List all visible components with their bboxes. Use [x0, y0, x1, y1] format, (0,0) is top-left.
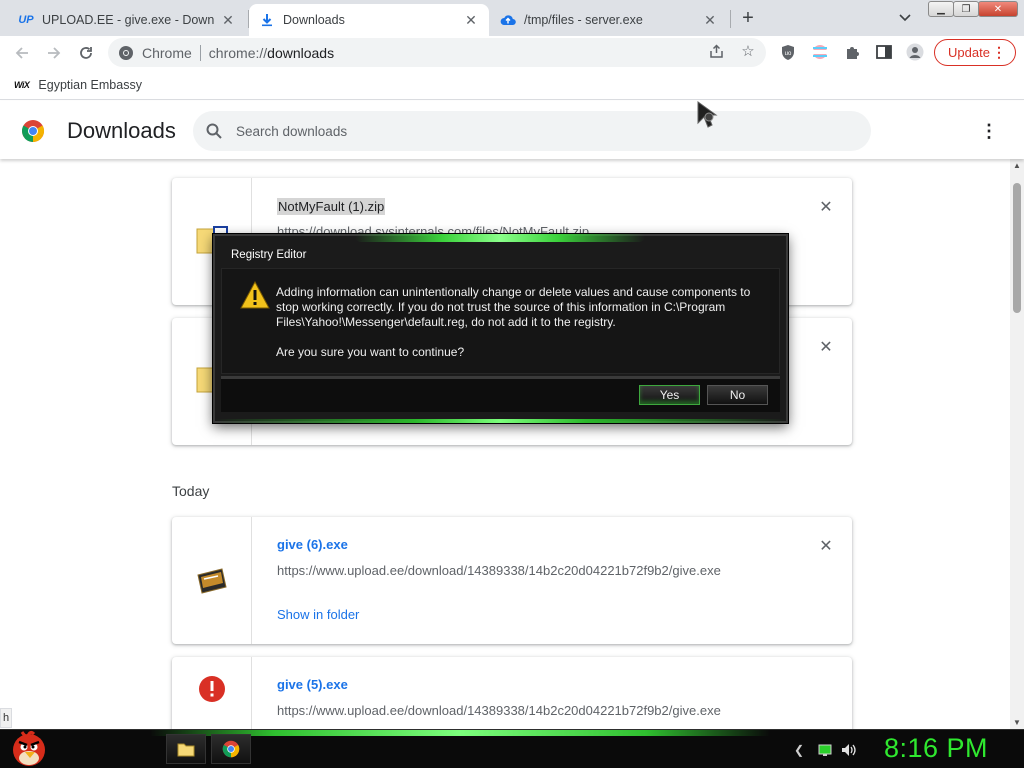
dialog-question: Are you sure you want to continue? — [276, 345, 465, 359]
svg-text:uo: uo — [785, 51, 792, 57]
download-file-name[interactable]: give (5).exe — [277, 677, 348, 692]
back-arrow-icon[interactable] — [10, 41, 34, 65]
tab-search-chevron-icon[interactable] — [895, 8, 915, 28]
status-bubble: h — [0, 708, 12, 728]
tray-monitor-icon[interactable] — [817, 742, 833, 758]
tab-title: Downloads — [283, 13, 345, 27]
download-favicon-icon — [259, 12, 275, 28]
taskbar-chrome[interactable] — [211, 734, 251, 764]
close-window-icon[interactable]: ✕ — [978, 1, 1018, 17]
close-tab-icon[interactable]: ✕ — [463, 12, 479, 28]
update-label: Update — [948, 45, 990, 60]
downloads-header: Downloads ⋮ — [0, 101, 1024, 159]
tray-volume-icon[interactable] — [841, 742, 857, 758]
download-source-url[interactable]: https://www.upload.ee/download/14389338/… — [277, 563, 721, 578]
download-source-url[interactable]: https://www.upload.ee/download/14389338/… — [277, 703, 721, 718]
bookmark-label: Egyptian Embassy — [38, 77, 142, 92]
tab-tmp-files[interactable]: /tmp/files - server.exe ✕ — [490, 4, 728, 36]
update-chrome-button[interactable]: Update ⋮ — [934, 39, 1016, 66]
dialog-body: Adding information can unintentionally c… — [221, 268, 780, 374]
cloud-upload-favicon-icon — [500, 12, 516, 28]
dialog-message: Adding information can unintentionally c… — [276, 285, 751, 329]
taskbar-clock[interactable]: 8:16 PM — [884, 733, 988, 764]
tab-downloads[interactable]: Downloads ✕ — [249, 4, 489, 36]
warning-icon — [240, 281, 270, 309]
wix-favicon-icon: WiX — [14, 79, 30, 90]
upload-ee-favicon-icon: UP — [18, 14, 34, 26]
more-actions-icon[interactable]: ⋮ — [979, 121, 999, 141]
remove-download-icon[interactable]: ✕ — [816, 337, 836, 357]
dialog-button-bar: Yes No — [221, 376, 780, 412]
new-tab-button[interactable]: + — [736, 6, 760, 30]
page-title: Downloads — [67, 118, 176, 143]
restore-window-icon[interactable]: ❐ — [953, 1, 979, 17]
taskbar-file-explorer[interactable] — [166, 734, 206, 764]
no-button[interactable]: No — [707, 385, 768, 405]
search-downloads-box[interactable] — [193, 111, 871, 151]
profile-avatar-icon[interactable] — [906, 43, 924, 61]
omnibox-divider — [199, 44, 201, 61]
remove-download-icon[interactable]: ✕ — [816, 197, 836, 217]
tray-network-icon[interactable]: ❮ — [791, 742, 807, 758]
more-vertical-icon: ⋮ — [992, 44, 1006, 60]
dialog-glow-decoration — [355, 234, 645, 242]
browser-toolbar: Chrome chrome://downloads ☆ uo Update ⋮ — [0, 36, 1024, 70]
tab-strip: UP UPLOAD.EE - give.exe - Downloa ✕ Down… — [0, 0, 1024, 36]
chrome-icon — [222, 740, 240, 758]
tab-upload-ee[interactable]: UP UPLOAD.EE - give.exe - Downloa ✕ — [8, 4, 246, 36]
exe-file-icon — [197, 568, 227, 594]
mouse-cursor-icon — [697, 101, 718, 128]
page-scrollbar[interactable]: ▲ ▼ — [1010, 159, 1024, 729]
address-bar[interactable]: Chrome chrome://downloads — [108, 38, 766, 67]
tab-title: /tmp/files - server.exe — [524, 13, 643, 27]
close-tab-icon[interactable]: ✕ — [702, 12, 718, 28]
download-item-card: give (5).exe https://www.upload.ee/downl… — [172, 657, 852, 729]
search-icon — [206, 123, 222, 139]
bookmark-star-icon[interactable]: ☆ — [738, 41, 758, 61]
flag-extension-icon[interactable] — [811, 43, 829, 61]
bookmark-egyptian-embassy[interactable]: WiX Egyptian Embassy — [14, 78, 142, 92]
dialog-glow-decoration — [215, 419, 786, 423]
reload-icon[interactable] — [74, 41, 98, 65]
download-item-card: give (6).exe https://www.upload.ee/downl… — [172, 517, 852, 644]
taskbar: ❮ 8:16 PM — [0, 729, 1024, 768]
chrome-site-icon — [119, 45, 133, 60]
chrome-logo-icon — [22, 120, 44, 142]
scroll-down-arrow-icon[interactable]: ▼ — [1013, 718, 1021, 727]
tab-title: UPLOAD.EE - give.exe - Downloa — [42, 13, 214, 27]
site-name: Chrome — [142, 44, 192, 61]
remove-download-icon[interactable]: ✕ — [816, 536, 836, 556]
folder-icon — [177, 743, 195, 757]
scrollbar-thumb[interactable] — [1013, 183, 1021, 313]
registry-editor-dialog: Registry Editor Adding information can u… — [213, 234, 788, 423]
error-circle-icon — [199, 676, 225, 702]
file-icon-column — [172, 517, 252, 644]
share-icon[interactable] — [706, 41, 726, 61]
extensions-puzzle-icon[interactable] — [843, 43, 861, 61]
side-panel-icon[interactable] — [875, 43, 893, 61]
section-date-label: Today — [172, 483, 210, 499]
close-tab-icon[interactable]: ✕ — [220, 12, 236, 28]
forward-arrow-icon[interactable] — [42, 41, 66, 65]
url-text: chrome://downloads — [208, 44, 335, 61]
minimize-window-icon[interactable]: ▁ — [928, 1, 954, 17]
angry-bird-start-icon[interactable] — [8, 728, 50, 768]
tab-divider — [730, 10, 731, 28]
scroll-up-arrow-icon[interactable]: ▲ — [1013, 161, 1021, 170]
download-file-name[interactable]: NotMyFault (1).zip — [277, 198, 386, 215]
ublock-shield-icon[interactable]: uo — [779, 43, 797, 61]
bookmarks-bar: WiX Egyptian Embassy — [0, 70, 1024, 100]
yes-button[interactable]: Yes — [639, 385, 700, 405]
file-icon-column — [172, 657, 252, 729]
search-input[interactable] — [236, 123, 836, 139]
dialog-title: Registry Editor — [231, 249, 307, 261]
download-file-name[interactable]: give (6).exe — [277, 537, 348, 552]
show-in-folder-link[interactable]: Show in folder — [277, 607, 359, 622]
